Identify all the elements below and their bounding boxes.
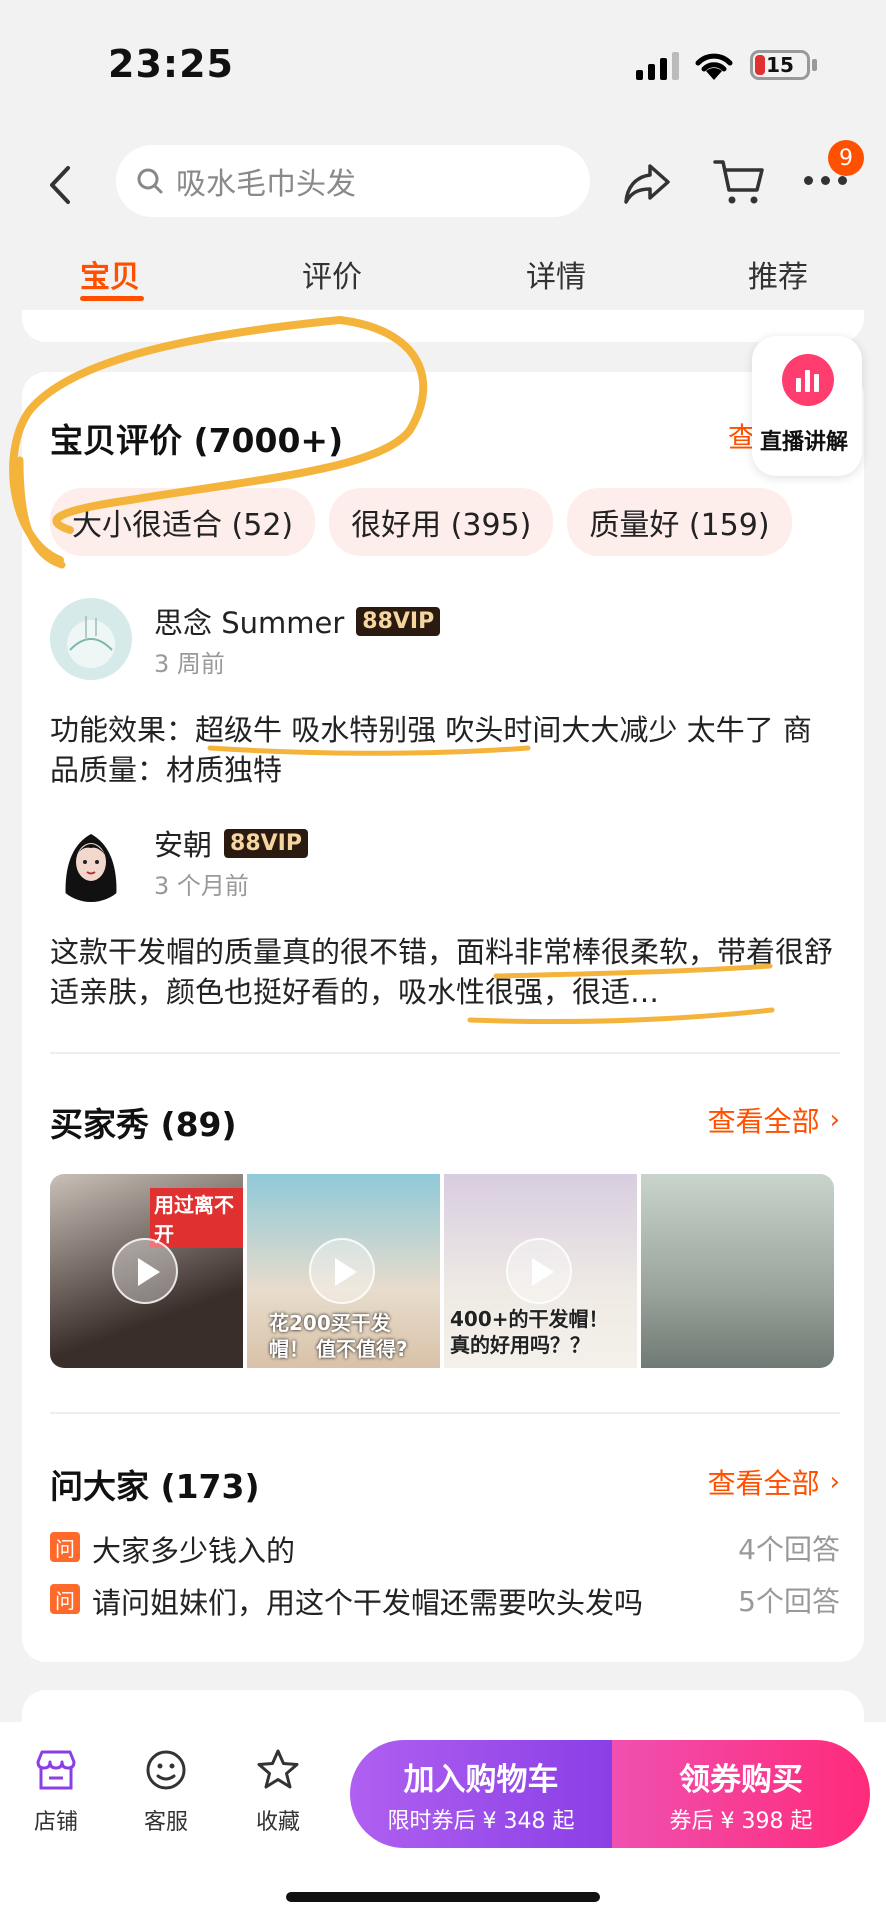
more-icon[interactable] bbox=[804, 176, 847, 185]
favorite-label: 收藏 bbox=[255, 1810, 300, 1835]
review-card: 宝贝评价 (7000+) 查看全部 大小很适合 (52) 很好用 (395) 质… bbox=[22, 372, 864, 1662]
qa-item[interactable]: 问 请问姐妹们，用这个干发帽还需要吹头发吗 5个回答 bbox=[50, 1580, 840, 1620]
qa-title: 问大家 (173) bbox=[50, 1467, 260, 1506]
chevron-right-icon: › bbox=[829, 1105, 840, 1135]
search-placeholder: 吸水毛巾头发 bbox=[176, 167, 356, 202]
question-icon: 问 bbox=[50, 1584, 80, 1614]
qa-question: 大家多少钱入的 bbox=[92, 1534, 296, 1568]
chevron-right-icon: › bbox=[829, 1467, 840, 1497]
shop-label: 店铺 bbox=[33, 1810, 78, 1835]
reviewer-name-text: 安朝 bbox=[154, 828, 213, 862]
play-icon bbox=[309, 1238, 375, 1304]
qa-see-all[interactable]: 查看全部 › bbox=[708, 1462, 840, 1502]
reviewer-name: 安朝 88VIP bbox=[154, 822, 308, 864]
status-time: 23:25 bbox=[108, 42, 234, 86]
live-explain-float[interactable]: 直播讲解 bbox=[752, 336, 862, 476]
star-icon bbox=[257, 1749, 299, 1789]
video-caption: 400+的干发帽！ 真的好用吗？？ bbox=[450, 1307, 609, 1357]
live-explain-label: 直播讲解 bbox=[760, 430, 849, 455]
battery-icon: 15 bbox=[750, 50, 810, 80]
buyer-show-photo[interactable] bbox=[641, 1174, 834, 1368]
add-to-cart-price: 限时券后 ¥ 348 起 bbox=[387, 1808, 575, 1834]
buyer-show-video[interactable]: 用过离不开 bbox=[50, 1174, 243, 1368]
qa-see-all-label: 查看全部 bbox=[707, 1467, 820, 1500]
reviewer-name-text: 思念 Summer bbox=[154, 606, 345, 640]
shop-icon bbox=[36, 1750, 76, 1790]
bottom-action-bar: 店铺 客服 收藏 加入购物车 限时券后 ¥ 348 起 领券购买 券后 ¥ 39… bbox=[0, 1722, 886, 1921]
buyer-show-gallery: 用过离不开 花200买干发帽！ 值不值得? 400+的干发帽！ 真的好用吗？？ bbox=[50, 1174, 834, 1368]
cart-icon[interactable] bbox=[712, 154, 766, 208]
qa-question: 请问姐妹们，用这个干发帽还需要吹头发吗 bbox=[92, 1586, 644, 1620]
vip-badge: 88VIP bbox=[356, 606, 441, 636]
battery-level: 15 bbox=[766, 53, 794, 77]
wifi-icon bbox=[695, 53, 733, 80]
buyer-show-see-all[interactable]: 查看全部 › bbox=[708, 1100, 840, 1140]
question-icon: 问 bbox=[50, 1532, 80, 1562]
shop-button[interactable]: 店铺 bbox=[16, 1746, 96, 1836]
buy-now-label: 领券购买 bbox=[679, 1761, 803, 1798]
divider bbox=[50, 1412, 840, 1414]
previous-card-bottom bbox=[22, 310, 864, 342]
buy-now-price: 券后 ¥ 398 起 bbox=[669, 1808, 813, 1834]
customer-service-icon bbox=[146, 1750, 186, 1790]
reviews-title: 宝贝评价 (7000+) bbox=[50, 421, 344, 460]
tab-xiangqing[interactable]: 详情 bbox=[526, 252, 586, 296]
signal-icon bbox=[636, 50, 679, 80]
vip-badge: 88VIP bbox=[224, 828, 308, 858]
review-tag-chip[interactable]: 很好用 (395) bbox=[329, 488, 554, 556]
video-caption: 花200买干发帽！ 值不值得? bbox=[269, 1311, 408, 1361]
avatar bbox=[50, 598, 132, 680]
qa-item[interactable]: 问 大家多少钱入的 4个回答 bbox=[50, 1528, 840, 1568]
favorite-button[interactable]: 收藏 bbox=[238, 1746, 318, 1836]
divider bbox=[50, 1052, 840, 1054]
review-time: 3 个月前 bbox=[154, 872, 249, 900]
review-tag-chip[interactable]: 质量好 (159) bbox=[567, 488, 792, 556]
tab-tuijian[interactable]: 推荐 bbox=[748, 252, 808, 296]
buyer-show-video[interactable]: 400+的干发帽！ 真的好用吗？？ bbox=[444, 1174, 637, 1368]
add-to-cart-label: 加入购物车 bbox=[403, 1761, 559, 1798]
review-text: 功能效果：超级牛 吸水特别强 吹头时间大大减少 太牛了 商品质量：材质独特 bbox=[50, 713, 812, 787]
search-input[interactable]: 吸水毛巾头发 bbox=[116, 145, 590, 217]
buyer-show-video[interactable]: 花200买干发帽！ 值不值得? bbox=[247, 1174, 440, 1368]
play-icon bbox=[112, 1238, 178, 1304]
section-tabs: 宝贝 评价 详情 推荐 bbox=[0, 240, 886, 310]
share-icon[interactable] bbox=[622, 158, 672, 208]
top-nav: 吸水毛巾头发 9 bbox=[0, 130, 886, 240]
reviewer-name: 思念 Summer 88VIP bbox=[154, 600, 441, 642]
tab-baobei[interactable]: 宝贝 bbox=[80, 252, 140, 296]
avatar bbox=[50, 820, 132, 902]
add-to-cart-button[interactable]: 加入购物车 限时券后 ¥ 348 起 bbox=[350, 1740, 612, 1848]
review-item[interactable]: 思念 Summer 88VIP 3 周前 功能效果：超级牛 吸水特别强 吹头时间… bbox=[50, 598, 840, 798]
qa-answer-count: 4个回答 bbox=[738, 1533, 840, 1566]
battery-tip bbox=[812, 59, 817, 71]
active-tab-indicator bbox=[80, 296, 144, 301]
service-label: 客服 bbox=[143, 1810, 188, 1835]
review-text: 这款干发帽的质量真的很不错，面料非常棒很柔软，带着很舒适亲肤，颜色也挺好看的，吸… bbox=[50, 935, 834, 1009]
notification-badge: 9 bbox=[828, 140, 864, 176]
search-icon bbox=[137, 168, 163, 194]
buy-now-button[interactable]: 领券购买 券后 ¥ 398 起 bbox=[612, 1740, 870, 1848]
review-tag-chip[interactable]: 大小很适合 (52) bbox=[50, 488, 316, 556]
buyer-show-see-all-label: 查看全部 bbox=[707, 1105, 820, 1138]
back-arrow-icon[interactable] bbox=[40, 160, 80, 210]
video-caption: 用过离不开 bbox=[150, 1188, 243, 1248]
home-indicator[interactable] bbox=[286, 1892, 600, 1902]
buyer-show-title: 买家秀 (89) bbox=[50, 1105, 237, 1144]
qa-answer-count: 5个回答 bbox=[738, 1585, 840, 1618]
tab-pingjia[interactable]: 评价 bbox=[302, 252, 362, 296]
review-time: 3 周前 bbox=[154, 650, 225, 678]
play-icon bbox=[506, 1238, 572, 1304]
service-button[interactable]: 客服 bbox=[126, 1746, 206, 1836]
live-chart-icon bbox=[782, 354, 834, 406]
review-item[interactable]: 安朝 88VIP 3 个月前 这款干发帽的质量真的很不错，面料非常棒很柔软，带着… bbox=[50, 820, 840, 1020]
status-bar: 23:25 15 bbox=[0, 0, 886, 130]
review-tags: 大小很适合 (52) 很好用 (395) 质量好 (159) bbox=[50, 488, 792, 556]
